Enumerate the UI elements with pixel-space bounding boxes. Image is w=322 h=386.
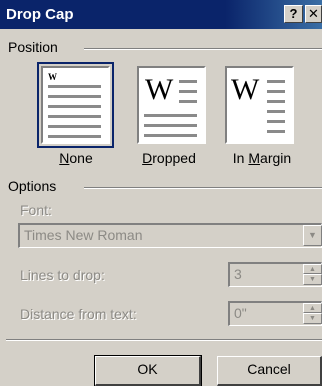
preview-drop-letter: W xyxy=(145,73,174,106)
preview-line xyxy=(48,115,101,118)
position-dropped-preview[interactable]: W xyxy=(137,66,206,144)
cancel-button[interactable]: Cancel xyxy=(217,356,322,386)
title-bar: Drop Cap ? ✕ xyxy=(0,0,322,29)
preview-line xyxy=(267,120,285,123)
font-select[interactable]: Times New Roman xyxy=(18,223,322,248)
preview-drop-letter: W xyxy=(48,72,57,82)
preview-line xyxy=(267,100,285,103)
separator xyxy=(6,339,322,341)
lines-to-drop-label: Lines to drop: xyxy=(20,267,105,283)
font-select-value: Times New Roman xyxy=(24,227,143,243)
font-label: Font: xyxy=(20,202,52,218)
spin-up-icon[interactable]: ▲ xyxy=(303,303,322,313)
position-dropped-label[interactable]: Dropped xyxy=(129,150,209,166)
preview-line xyxy=(48,95,101,98)
options-group-label: Options xyxy=(8,178,61,194)
preview-line xyxy=(144,134,197,137)
position-group-rule xyxy=(84,48,322,50)
preview-drop-letter: W xyxy=(231,73,260,106)
position-none-label[interactable]: None xyxy=(51,150,101,166)
preview-line xyxy=(267,80,285,83)
preview-line xyxy=(48,105,101,108)
close-button[interactable]: ✕ xyxy=(305,5,322,23)
preview-line xyxy=(48,135,101,138)
preview-line xyxy=(267,110,285,113)
chevron-down-icon[interactable]: ▼ xyxy=(303,225,322,246)
preview-line xyxy=(48,85,101,88)
position-in-margin-label[interactable]: In Margin xyxy=(222,150,302,166)
preview-line xyxy=(179,80,197,83)
position-group-label: Position xyxy=(8,39,62,55)
preview-line xyxy=(179,90,197,93)
options-group-rule xyxy=(84,187,322,189)
preview-line xyxy=(267,90,285,93)
spin-down-icon[interactable]: ▼ xyxy=(303,313,322,324)
preview-line xyxy=(144,124,197,127)
spin-down-icon[interactable]: ▼ xyxy=(303,274,322,285)
help-icon: ? xyxy=(289,6,298,21)
position-in-margin-preview[interactable]: W xyxy=(225,66,294,144)
close-icon: ✕ xyxy=(308,6,319,21)
preview-line xyxy=(144,114,197,117)
window-title: Drop Cap xyxy=(6,6,74,23)
help-button[interactable]: ? xyxy=(284,5,303,23)
preview-line xyxy=(179,100,197,103)
ok-button[interactable]: OK xyxy=(94,355,202,386)
distance-from-text-value: 0" xyxy=(234,305,247,321)
preview-line xyxy=(267,130,285,133)
preview-line xyxy=(48,125,101,128)
position-none-preview[interactable]: W xyxy=(37,62,114,148)
spin-up-icon[interactable]: ▲ xyxy=(303,264,322,274)
lines-to-drop-value: 3 xyxy=(234,266,242,282)
distance-from-text-label: Distance from text: xyxy=(20,306,137,322)
